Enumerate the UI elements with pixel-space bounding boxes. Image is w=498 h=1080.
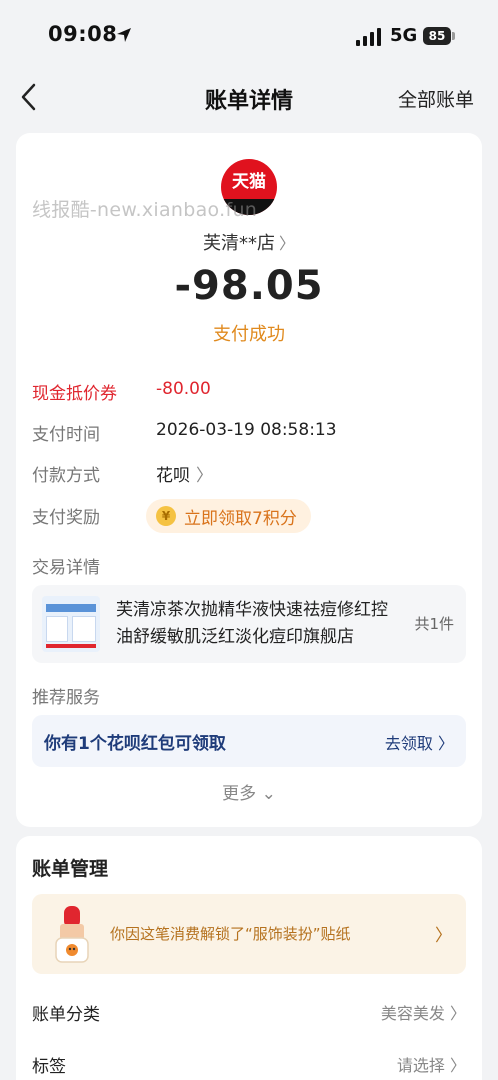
merchant-name: 芙清**店 <box>202 233 275 254</box>
battery-icon: 85 <box>423 27 457 45</box>
tag-label: 标签 <box>32 1057 66 1077</box>
pay-method-text: 花呗 <box>156 466 190 486</box>
more-label: 更多 <box>222 784 257 804</box>
logo-text: 天猫 <box>232 172 266 192</box>
pay-time-value: 2026-03-19 08:58:13 <box>156 420 337 440</box>
watermark: 线报酷-new.xianbao.fun <box>32 199 258 221</box>
signal-icon <box>356 28 381 46</box>
network-type: 5G <box>390 25 418 46</box>
claim-redpacket-button[interactable]: 去领取 〉 <box>385 730 454 754</box>
merchant-name-link[interactable]: 芙清**店〉 <box>16 229 482 255</box>
chevron-right-icon: 〉 <box>449 1004 466 1023</box>
sticker-text: 你因这笔消费解锁了“服饰装扮”贴纸 <box>110 925 351 943</box>
huabei-redpacket-banner[interactable]: 你有1个花呗红包可领取 去领取 〉 <box>32 715 466 767</box>
product-name: 芙清凉茶次抛精华液快速祛痘修红控油舒缓敏肌泛红淡化痘印旗舰店 <box>116 600 388 647</box>
product-item[interactable]: 芙清凉茶次抛精华液快速祛痘修红控油舒缓敏肌泛红淡化痘印旗舰店 共1件 <box>32 585 466 663</box>
chevron-right-icon: 〉 <box>449 1056 466 1075</box>
thumb-stripe <box>46 644 96 648</box>
bill-amount: -98.05 <box>174 263 324 309</box>
battery-level: 85 <box>423 27 451 45</box>
bill-management-card: 账单管理 你因这笔消费解锁了“服饰装扮”贴纸 〉 账单分类 美容美发 〉 标签 … <box>16 836 482 1080</box>
coupon-value: -80.00 <box>156 379 211 399</box>
coupon-row: 现金抵价券 -80.00 <box>32 379 472 407</box>
bill-detail-card: 天猫 线报酷-new.xianbao.fun 芙清**店〉 -98.05 支付成… <box>16 133 482 827</box>
claim-points-button[interactable]: ¥ 立即领取7积分 <box>146 499 311 533</box>
claim-redpacket-label: 去领取 <box>384 734 433 753</box>
management-title: 账单管理 <box>32 858 109 880</box>
chevron-down-icon: ⌄ <box>261 784 276 804</box>
pay-method-value[interactable]: 花呗〉 <box>156 461 213 486</box>
chevron-right-icon: 〉 <box>435 926 452 946</box>
more-button[interactable]: 更多 ⌄ <box>16 779 482 804</box>
service-text: 你有1个花呗红包可领取 <box>44 734 226 754</box>
chevron-right-icon: 〉 <box>278 234 295 253</box>
reward-row: 支付奖励 ¥ 立即领取7积分 <box>32 499 472 533</box>
nav-bar: 账单详情 全部账单 <box>0 70 498 124</box>
chevron-right-icon: 〉 <box>196 466 213 486</box>
category-label: 账单分类 <box>32 1005 100 1025</box>
tag-value: 请选择 <box>396 1056 445 1075</box>
thumb-band <box>46 604 96 612</box>
tag-value-group: 请选择 〉 <box>397 1052 466 1076</box>
pay-method-label: 付款方式 <box>32 466 100 486</box>
lipstick-sticker-icon <box>55 906 89 963</box>
category-value-group: 美容美发 〉 <box>381 1000 466 1024</box>
status-time: 09:08 <box>48 22 118 46</box>
all-bills-link[interactable]: 全部账单 <box>398 85 474 112</box>
coupon-label: 现金抵价券 <box>32 384 117 404</box>
product-count: 共1件 <box>414 615 454 633</box>
location-arrow-icon <box>117 28 131 42</box>
points-coin-icon: ¥ <box>156 506 176 526</box>
trade-section-label: 交易详情 <box>32 558 100 578</box>
bill-category-row[interactable]: 账单分类 美容美发 〉 <box>32 1000 466 1028</box>
product-thumbnail <box>42 596 100 652</box>
thumb-panel-left <box>46 616 68 642</box>
pay-method-row[interactable]: 付款方式 花呗〉 <box>32 461 472 489</box>
battery-tip <box>452 32 455 40</box>
tag-row[interactable]: 标签 请选择 〉 <box>32 1052 466 1080</box>
sticker-unlock-banner[interactable]: 你因这笔消费解锁了“服饰装扮”贴纸 〉 <box>32 894 466 974</box>
claim-points-label: 立即领取7积分 <box>184 508 297 529</box>
service-section-label: 推荐服务 <box>32 688 100 708</box>
pay-time-label: 支付时间 <box>32 425 100 445</box>
reward-label: 支付奖励 <box>32 508 100 528</box>
status-bar: 09:08 5G 85 <box>0 0 498 70</box>
payment-status: 支付成功 <box>213 324 285 345</box>
thumb-panel-right <box>72 616 96 642</box>
category-value: 美容美发 <box>380 1004 445 1023</box>
chevron-right-icon: 〉 <box>437 734 454 753</box>
pay-time-row: 支付时间 2026-03-19 08:58:13 <box>32 420 472 448</box>
